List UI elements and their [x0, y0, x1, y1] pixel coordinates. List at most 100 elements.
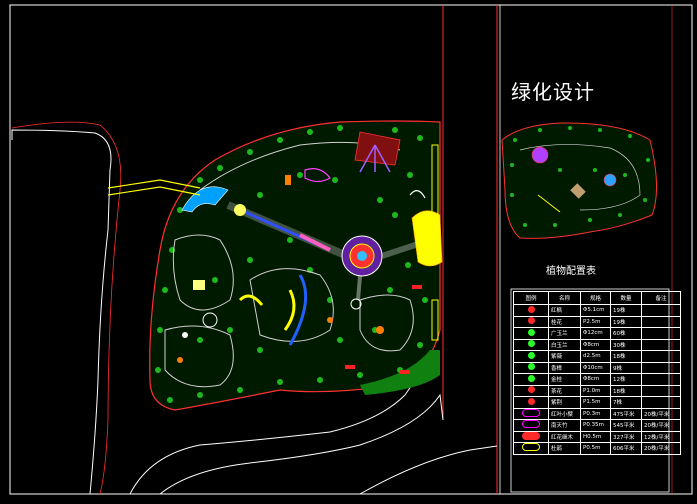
plant-quantity: 327平米 [610, 430, 642, 443]
plant-quantity: 7株 [610, 396, 642, 409]
plant-spec: Φ5.1cm [580, 304, 611, 317]
plant-note [641, 315, 681, 328]
loropetalum-icon [522, 431, 540, 440]
camphor-tree-icon [527, 363, 535, 371]
legend-symbol-cell [513, 396, 549, 409]
magnolia-icon [527, 328, 535, 336]
plant-note: 12株/平米 [641, 430, 681, 443]
boxwood-hedge-icon [522, 408, 540, 417]
crabapple-icon [527, 374, 535, 382]
table-row: 广玉兰 Φ12cm 60株 [513, 327, 681, 340]
plant-name: 南天竹 [548, 419, 581, 432]
plant-name: 金桂 [548, 373, 581, 386]
plant-spec: P0.35m [580, 419, 611, 432]
legend-symbol-cell [513, 315, 549, 328]
legend-symbol-cell [513, 373, 549, 386]
osmanthus-icon [527, 317, 535, 325]
plant-quantity: 475平米 [610, 407, 642, 420]
white-magnolia-icon [527, 340, 535, 348]
legend-symbol-cell [513, 304, 549, 317]
park-plan-inset [501, 122, 658, 239]
plant-name: 白玉兰 [548, 338, 581, 351]
plant-note [641, 327, 681, 340]
table-row: 金桂 Φ8cm 12株 [513, 373, 681, 386]
plant-note: 20株/平米 [641, 442, 681, 455]
plant-note: 20株/平米 [641, 407, 681, 420]
plant-quantity: 606平米 [610, 442, 642, 455]
plant-quantity: 60株 [610, 327, 642, 340]
header-legend: 图例 [513, 291, 549, 305]
plant-note [641, 396, 681, 409]
header-name: 名称 [548, 291, 581, 305]
bamboo-hedge-icon [522, 420, 540, 429]
table-row: 红枫 Φ5.1cm 19株 [513, 304, 681, 317]
maple-tree-icon [527, 305, 535, 313]
legend-symbol-cell [513, 327, 549, 340]
park-plan-main [107, 120, 443, 411]
plant-quantity: 30株 [610, 338, 642, 351]
table-row: 桂花 P2.5m 19株 [513, 315, 681, 328]
legend-symbol-cell [513, 350, 549, 363]
plant-quantity: 19株 [610, 304, 642, 317]
adjacent-lot-boundary [11, 129, 112, 495]
plant-note: 20株/平米 [641, 419, 681, 432]
table-row: 白玉兰 Φ8cm 30株 [513, 338, 681, 351]
legend-symbol-cell [513, 430, 549, 443]
azalea-icon [522, 443, 540, 452]
table-row: 杜鹃 P0.5m 606平米 20株/平米 [513, 442, 681, 455]
table-header-row: 图例 名称 规格 数量 备注 [513, 291, 681, 305]
plant-name: 广玉兰 [548, 327, 581, 340]
plant-note [641, 304, 681, 317]
table-row: 紫荆 P1.5m 7株 [513, 396, 681, 409]
plant-spec: P0.5m [580, 442, 611, 455]
plant-quantity: 9株 [610, 361, 642, 374]
plant-name: 香樟 [548, 361, 581, 374]
table-row: 红叶小檗 P0.3m 475平米 20株/平米 [513, 407, 681, 420]
plant-spec: Φ12cm [580, 327, 611, 340]
plant-spec: P2.5m [580, 315, 611, 328]
table-row: 香樟 Φ10cm 9株 [513, 361, 681, 374]
plant-name: 红叶小檗 [548, 407, 581, 420]
legend-symbol-cell [513, 442, 549, 455]
legend-symbol-cell [513, 338, 549, 351]
plant-quantity: 12株 [610, 373, 642, 386]
plant-spec: Φ10cm [580, 361, 611, 374]
plant-name: 茶花 [548, 384, 581, 397]
plant-note [641, 373, 681, 386]
plant-note [641, 338, 681, 351]
table-row: 紫薇 d2.5m 18株 [513, 350, 681, 363]
header-note: 备注 [641, 291, 681, 305]
plant-spec: P1.0m [580, 384, 611, 397]
ginkgo-icon [527, 351, 535, 359]
plant-spec: Φ8cm [580, 338, 611, 351]
plant-spec: Φ8cm [580, 373, 611, 386]
plant-configuration-table: 图例 名称 规格 数量 备注 红枫 Φ5.1cm 19株 桂花 P2.5m 19株 广玉兰 Φ… [513, 291, 681, 455]
legend-symbol-cell [513, 361, 549, 374]
plant-quantity: 18株 [610, 384, 642, 397]
legend-symbol-cell [513, 384, 549, 397]
header-quantity: 数量 [610, 291, 642, 305]
plant-note [641, 350, 681, 363]
plant-name: 红花继木 [548, 430, 581, 443]
plant-note [641, 384, 681, 397]
tea-flower-icon [527, 386, 535, 394]
plant-spec: P1.5m [580, 396, 611, 409]
plant-quantity: 18株 [610, 350, 642, 363]
plant-quantity: 19株 [610, 315, 642, 328]
plant-note [641, 361, 681, 374]
table-row: 南天竹 P0.35m 545平米 20株/平米 [513, 419, 681, 432]
plant-quantity: 545平米 [610, 419, 642, 432]
legend-symbol-cell [513, 407, 549, 420]
table-row: 茶花 P1.0m 18株 [513, 384, 681, 397]
plant-name: 紫荆 [548, 396, 581, 409]
legend-symbol-cell [513, 419, 549, 432]
plant-name: 紫薇 [548, 350, 581, 363]
plant-spec: P0.3m [580, 407, 611, 420]
plant-spec: d2.5m [580, 350, 611, 363]
plant-name: 红枫 [548, 304, 581, 317]
rhododendron-icon [527, 397, 535, 405]
table-row: 红花继木 H0.5m 327平米 12株/平米 [513, 430, 681, 443]
header-spec: 规格 [580, 291, 611, 305]
page-title: 绿化设计 [511, 80, 595, 104]
plant-table-title: 植物配置表 [546, 266, 596, 277]
